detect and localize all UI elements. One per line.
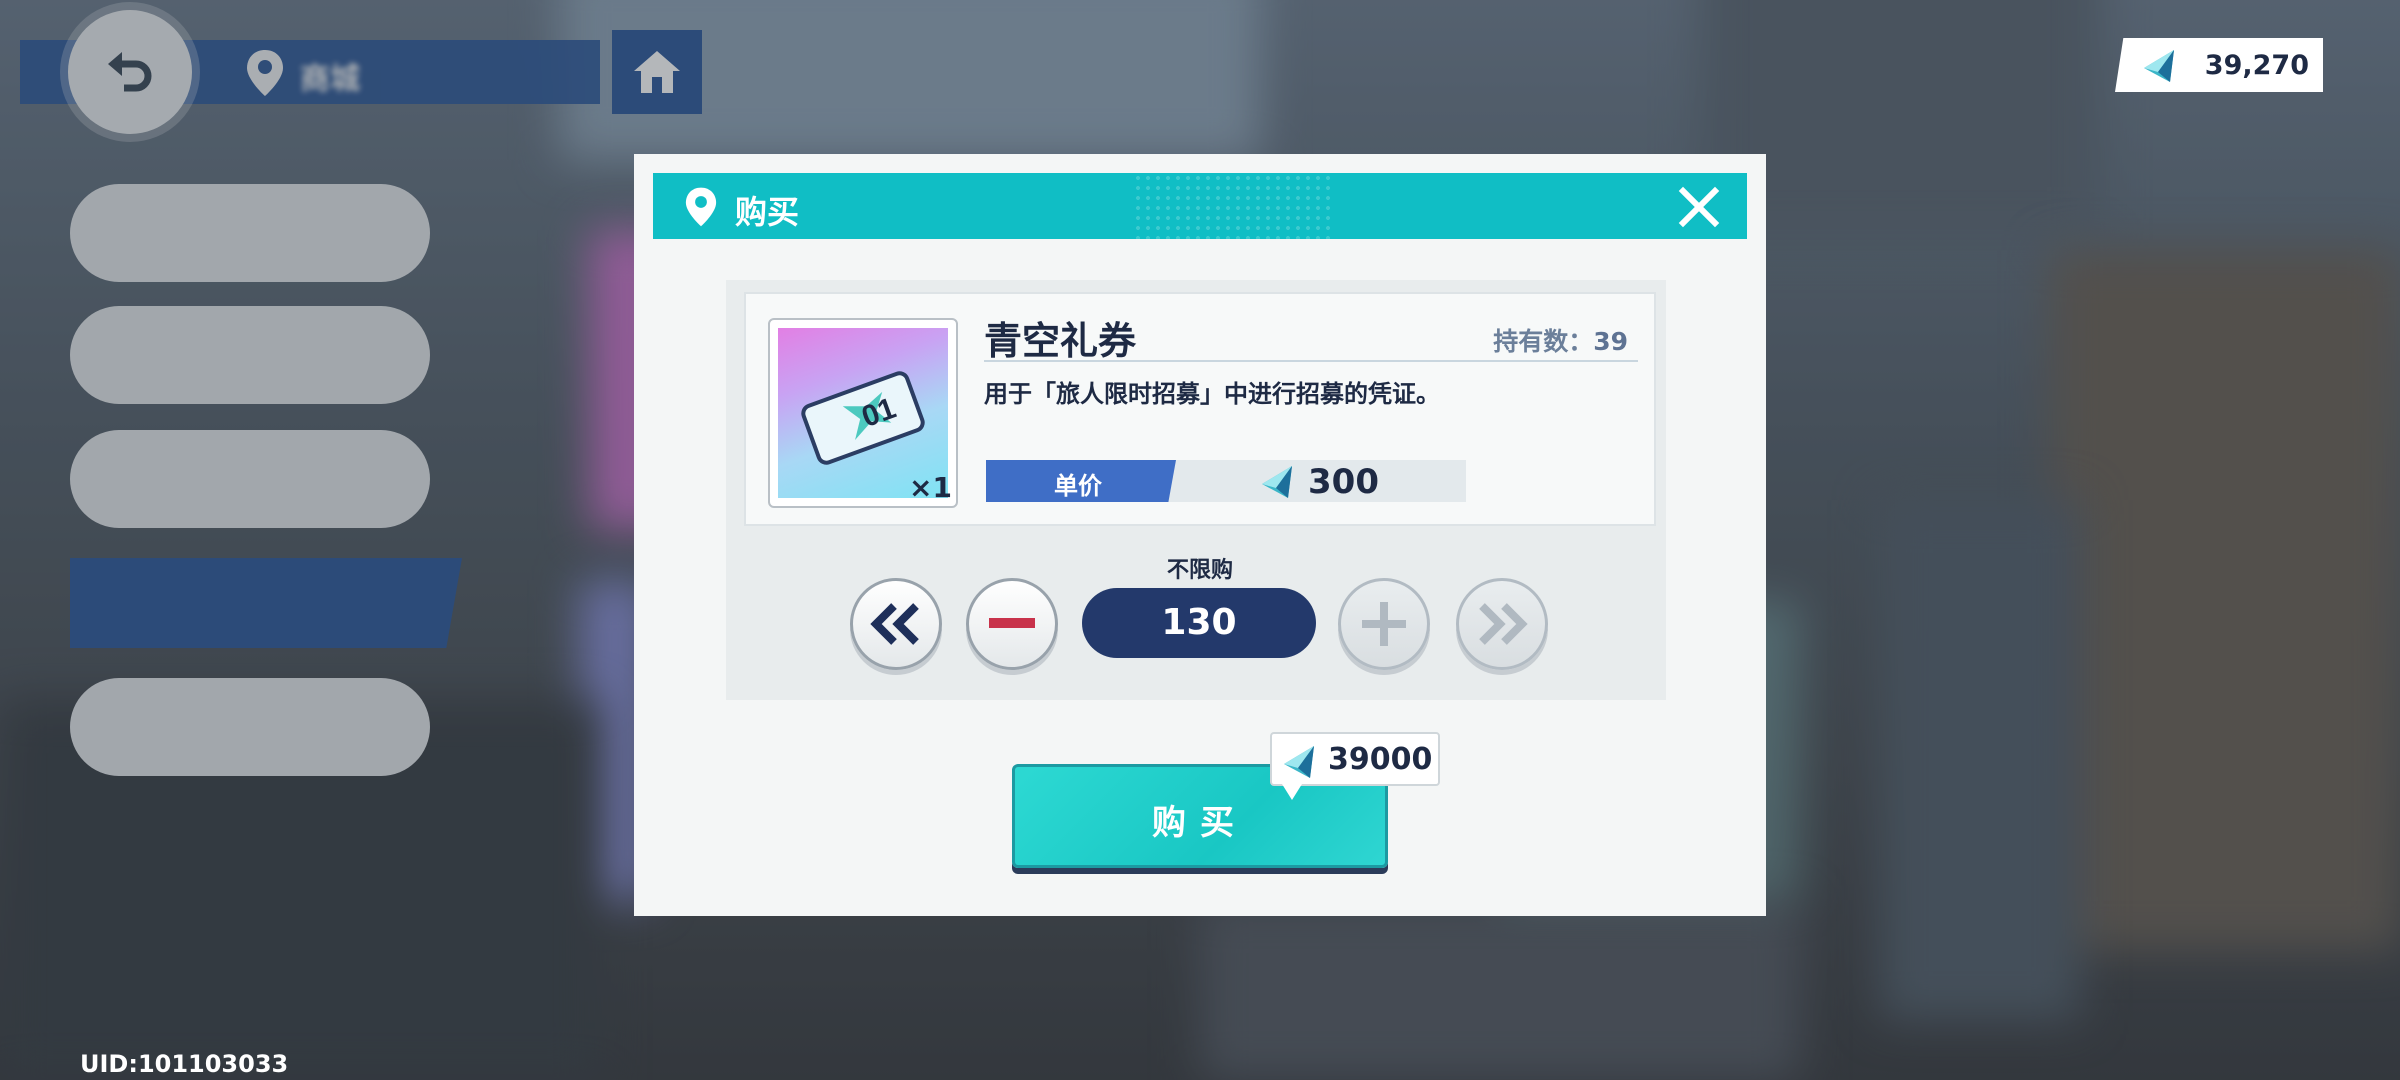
total-cost-value: 39000: [1328, 742, 1433, 777]
dialog-title: 购买: [735, 193, 800, 231]
minus-icon: [989, 618, 1035, 628]
max-quantity-button[interactable]: [1456, 578, 1548, 670]
item-thumbnail: 01 ×1: [768, 318, 958, 508]
close-icon[interactable]: [1675, 183, 1723, 231]
item-description: 用于「旅人限时招募」中进行招募的凭证。: [984, 380, 1440, 408]
gem-icon: [2144, 50, 2174, 82]
double-chevron-left-icon: [870, 603, 919, 645]
currency-amount: 39,270: [2204, 50, 2309, 81]
location-pin-icon: [685, 187, 717, 227]
quantity-value[interactable]: 130: [1082, 588, 1316, 658]
decrease-quantity-button[interactable]: [966, 578, 1058, 670]
purchase-limit: 不限购: [1166, 558, 1233, 583]
increase-quantity-button[interactable]: [1338, 578, 1430, 670]
min-quantity-button[interactable]: [850, 578, 942, 670]
plus-icon: [1362, 602, 1406, 646]
buy-button-label: 购买: [1152, 803, 1248, 843]
item-quantity: ×1: [909, 471, 952, 504]
currency-display: 39,270: [2115, 38, 2323, 92]
unit-price-value: 300: [1308, 462, 1379, 502]
dialog-header: 购买: [653, 173, 1747, 239]
user-uid: UID:101103033: [80, 1050, 289, 1078]
item-card: 01 ×1 青空礼券 持有数：39 用于「旅人限时招募」中进行招募的凭证。 单价…: [744, 292, 1656, 526]
double-chevron-right-icon: [1479, 603, 1528, 645]
owned-label: 持有数：: [1493, 327, 1594, 356]
unit-price-label: 单价: [1054, 472, 1102, 500]
unit-price-bar: 单价 300: [986, 460, 1466, 502]
divider: [984, 360, 1638, 362]
total-cost-tooltip: 39000: [1270, 732, 1440, 800]
gem-icon: [1284, 746, 1314, 778]
purchase-dialog: 购买 01 ×1 青空礼券 持有数：39 用于「旅人限时招募」中进行招募的凭证。…: [634, 154, 1766, 916]
gem-icon: [1262, 466, 1292, 498]
owned-value: 39: [1593, 327, 1628, 356]
owned-count: 持有数：39: [1493, 322, 1628, 358]
item-name: 青空礼券: [984, 319, 1137, 363]
unit-price-tag: 单价: [986, 460, 1176, 502]
